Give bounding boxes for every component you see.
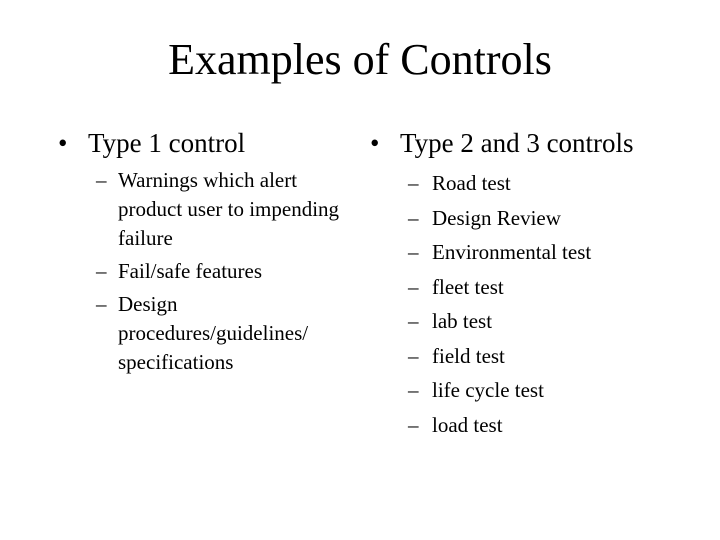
slide-title: Examples of Controls bbox=[168, 35, 552, 84]
list-item: – Design procedures/guidelines/ specific… bbox=[56, 290, 356, 377]
dash-icon: – bbox=[96, 292, 107, 316]
dash-icon: – bbox=[408, 412, 419, 437]
right-heading: Type 2 and 3 controls bbox=[400, 128, 634, 158]
right-column: • Type 2 and 3 controls – Road test – De… bbox=[368, 126, 698, 442]
dash-icon: – bbox=[96, 259, 107, 283]
list-item-text: fleet test bbox=[432, 274, 504, 299]
dash-icon: – bbox=[408, 205, 419, 230]
list-item-text: Design procedures/guidelines/ specificat… bbox=[118, 292, 309, 374]
left-sublist: – Warnings which alert product user to i… bbox=[56, 166, 356, 377]
dash-icon: – bbox=[408, 240, 419, 264]
left-heading: Type 1 control bbox=[88, 128, 246, 158]
left-column: • Type 1 control – Warnings which alert … bbox=[56, 126, 356, 381]
list-item-text: Warnings which alert product user to imp… bbox=[118, 168, 340, 250]
dash-icon: – bbox=[96, 168, 107, 192]
right-heading-item: • Type 2 and 3 controls bbox=[368, 126, 698, 160]
list-item-text: field test bbox=[432, 343, 505, 368]
bullet-icon: • bbox=[58, 128, 68, 158]
list-item: – lab test bbox=[368, 304, 698, 339]
dash-icon: – bbox=[408, 309, 419, 333]
list-item: – Warnings which alert product user to i… bbox=[56, 166, 356, 253]
list-item-text: Environmental test bbox=[432, 240, 592, 264]
list-item-text: Fail/safe features bbox=[118, 259, 263, 283]
list-item: – Road test bbox=[368, 166, 698, 201]
list-item: – load test bbox=[368, 408, 698, 443]
list-item-text: load test bbox=[432, 412, 503, 437]
right-sublist: – Road test – Design Review – Environmen… bbox=[368, 166, 698, 442]
list-item: – Design Review bbox=[368, 201, 698, 236]
dash-icon: – bbox=[408, 274, 419, 299]
list-item-text: Design Review bbox=[432, 205, 561, 230]
list-item: – Environmental test bbox=[368, 235, 698, 270]
list-item-text: Road test bbox=[432, 171, 511, 195]
dash-icon: – bbox=[408, 378, 419, 402]
list-item: – life cycle test bbox=[368, 373, 698, 408]
list-item: – field test bbox=[368, 339, 698, 374]
bullet-icon: • bbox=[370, 128, 380, 158]
dash-icon: – bbox=[408, 171, 419, 195]
list-item-text: life cycle test bbox=[432, 378, 544, 402]
dash-icon: – bbox=[408, 343, 419, 368]
list-item: – Fail/safe features bbox=[56, 257, 356, 286]
list-item: – fleet test bbox=[368, 270, 698, 305]
list-item-text: lab test bbox=[432, 309, 493, 333]
left-heading-item: • Type 1 control bbox=[56, 126, 356, 160]
